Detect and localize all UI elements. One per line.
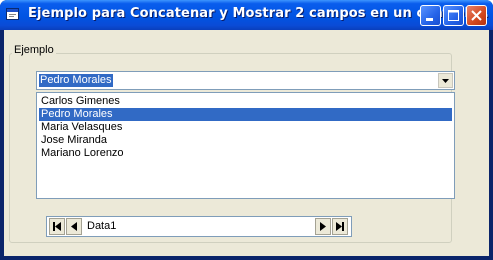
list-item[interactable]: Carlos Gimenes: [39, 95, 452, 108]
title-bar[interactable]: Ejemplo para Concatenar y Mostrar 2 camp…: [0, 0, 493, 30]
move-last-icon: [336, 222, 344, 231]
move-last-button[interactable]: [332, 218, 348, 235]
combobox-selected-value: Pedro Morales: [39, 74, 113, 87]
data-control-caption: Data1: [87, 220, 117, 232]
minimize-icon: [426, 18, 433, 21]
data-control: Data1: [46, 216, 352, 237]
move-first-icon: [53, 222, 61, 231]
combobox-dropdown-button[interactable]: [438, 73, 453, 88]
list-item-selected[interactable]: Pedro Morales: [39, 108, 452, 121]
move-previous-button[interactable]: [66, 218, 82, 235]
list-item[interactable]: Jose Miranda: [39, 134, 452, 147]
list-item[interactable]: Mariano Lorenzo: [39, 147, 452, 160]
form-client-area: Ejemplo Pedro Morales Carlos Gimenes Ped…: [4, 30, 489, 256]
minimize-button[interactable]: [420, 5, 441, 26]
group-box-label: Ejemplo: [12, 44, 56, 56]
close-button[interactable]: [466, 5, 487, 26]
close-icon: [471, 10, 482, 21]
chevron-down-icon: [442, 79, 449, 83]
names-combobox[interactable]: Pedro Morales: [36, 71, 455, 90]
move-next-button[interactable]: [315, 218, 331, 235]
move-next-icon: [320, 222, 326, 231]
move-previous-icon: [71, 222, 77, 231]
names-listbox[interactable]: Carlos Gimenes Pedro Morales Maria Velas…: [36, 92, 455, 199]
maximize-icon: [448, 10, 459, 21]
list-item[interactable]: Maria Velasques: [39, 121, 452, 134]
maximize-button[interactable]: [443, 5, 464, 26]
app-icon[interactable]: [6, 8, 20, 21]
move-first-button[interactable]: [49, 218, 65, 235]
main-window: Ejemplo para Concatenar y Mostrar 2 camp…: [0, 0, 493, 260]
